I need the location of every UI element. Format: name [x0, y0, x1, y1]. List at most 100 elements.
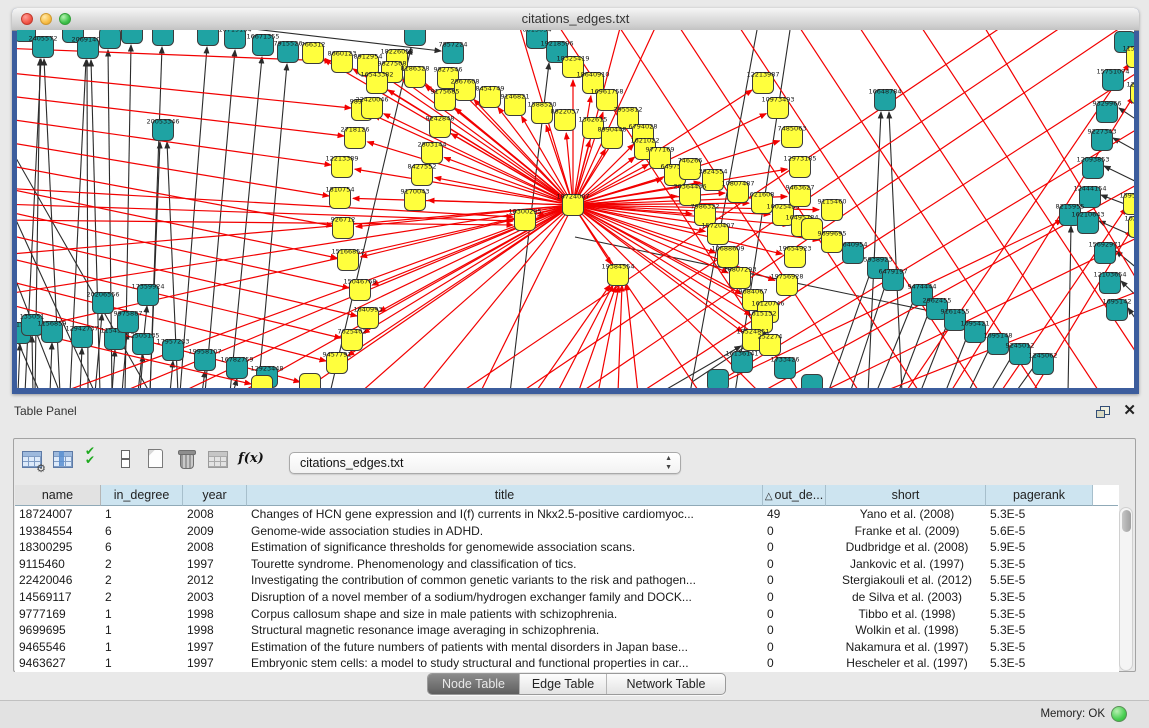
column-header-out_de[interactable]: △out_de... — [763, 485, 826, 506]
cell-pagerank[interactable]: 5.3E-5 — [986, 639, 1093, 656]
graph-node[interactable]: 766312 — [301, 41, 326, 64]
cell-in_degree[interactable]: 6 — [101, 539, 183, 556]
table-selector-dropdown[interactable]: citations_edges.txt ▲▼ — [289, 452, 681, 474]
show-columns-icon[interactable] — [51, 447, 75, 471]
column-header-name[interactable]: name — [15, 485, 101, 506]
cell-short[interactable]: Jankovic et al. (1997) — [826, 556, 986, 573]
graph-node[interactable]: 8822037 — [551, 108, 580, 131]
graph-node[interactable]: 9242848 — [426, 115, 455, 138]
tab-edge-table[interactable]: Edge Table — [519, 674, 606, 694]
graph-node[interactable]: 9329966 — [1093, 100, 1122, 123]
graph-node[interactable]: 9170043 — [401, 188, 430, 211]
cell-title[interactable]: Genome-wide association studies in ADHD. — [247, 523, 763, 540]
graph-node[interactable]: 15751074 — [1096, 68, 1129, 91]
graph-node[interactable]: 2803144 — [418, 141, 447, 164]
graph-node[interactable]: 7485063 — [778, 125, 807, 148]
cell-title[interactable]: Corpus callosum shape and size in male p… — [247, 606, 763, 623]
table-row[interactable]: 2242004622012Investigating the contribut… — [15, 572, 1119, 589]
graph-node[interactable]: 9699695 — [818, 230, 847, 253]
disabled-table-icon[interactable] — [206, 447, 230, 471]
graph-node[interactable]: 1695142 — [1103, 298, 1132, 321]
cell-year[interactable]: 2003 — [183, 589, 247, 606]
new-file-icon[interactable] — [144, 447, 168, 471]
graph-node[interactable]: 20053346 — [146, 118, 179, 141]
graph-node[interactable]: 9146821 — [501, 93, 530, 116]
graph-node[interactable]: 19384554 — [601, 263, 634, 286]
graph-node[interactable]: 15720407 — [701, 222, 734, 245]
graph-node[interactable]: 1733426 — [771, 356, 800, 379]
cell-in_degree[interactable]: 1 — [101, 622, 183, 639]
cell-name[interactable]: 9115460 — [15, 556, 101, 573]
cell-title[interactable]: Disruption of a novel member of a sodium… — [247, 589, 763, 606]
cell-name[interactable]: 22420046 — [15, 572, 101, 589]
cell-in_degree[interactable]: 2 — [101, 556, 183, 573]
tab-node-table[interactable]: Node Table — [428, 674, 519, 694]
delete-trash-icon[interactable] — [175, 447, 199, 471]
cell-name[interactable]: 18300295 — [15, 539, 101, 556]
cell-short[interactable]: de Silva et al. (2003) — [826, 589, 986, 606]
cell-pagerank[interactable]: 5.5E-5 — [986, 572, 1093, 589]
graph-node[interactable]: 926712 — [331, 216, 356, 239]
graph-node[interactable]: 19958107 — [188, 348, 221, 371]
table-row[interactable]: 946362711997Embryonic stem cells: a mode… — [15, 655, 1119, 672]
cell-name[interactable]: 14569117 — [15, 589, 101, 606]
table-row[interactable]: 946554611997Estimation of the future num… — [15, 639, 1119, 656]
cell-in_degree[interactable]: 1 — [101, 606, 183, 623]
cell-name[interactable]: 9777169 — [15, 606, 101, 623]
graph-node[interactable]: 252274 — [758, 333, 783, 356]
cell-short[interactable]: Nakamura et al. (1997) — [826, 639, 986, 656]
cell-name[interactable]: 9465546 — [15, 639, 101, 656]
graph-node[interactable]: 16648784 — [868, 88, 901, 111]
graph-node[interactable]: 8990448 — [598, 126, 627, 149]
graph-node[interactable]: 1527602 — [149, 30, 178, 46]
graph-node[interactable]: 1810754 — [326, 186, 355, 209]
graph-node[interactable]: 1021665 — [1125, 215, 1134, 238]
network-canvas[interactable]: 2405572206914061055328715276028466160107… — [17, 30, 1134, 388]
graph-node[interactable]: 12093853 — [1076, 156, 1109, 179]
cell-out_de[interactable]: 0 — [763, 589, 826, 606]
select-checks-icon[interactable] — [82, 447, 106, 471]
graph-node[interactable]: 12942737 — [65, 325, 98, 348]
cell-name[interactable]: 9463627 — [15, 655, 101, 672]
cell-title[interactable]: Tourette syndrome. Phenomenology and cla… — [247, 556, 763, 573]
cell-short[interactable]: Dudbridge et al. (2008) — [826, 539, 986, 556]
cell-name[interactable]: 9699695 — [15, 622, 101, 639]
cell-year[interactable]: 1997 — [183, 639, 247, 656]
column-header-in_degree[interactable]: in_degree — [101, 485, 183, 506]
cell-name[interactable]: 18724007 — [15, 506, 101, 523]
memory-ok-indicator-icon[interactable] — [1111, 706, 1127, 722]
cell-in_degree[interactable]: 1 — [101, 639, 183, 656]
graph-node[interactable]: 7915526 — [274, 40, 303, 63]
cell-pagerank[interactable]: 5.3E-5 — [986, 622, 1093, 639]
cell-pagerank[interactable]: 5.3E-5 — [986, 606, 1093, 623]
graph-node[interactable]: 6479197 — [879, 268, 908, 291]
graph-node[interactable]: 1156859 — [38, 320, 67, 343]
graph-node[interactable]: 1154840 — [1123, 45, 1134, 68]
graph-node[interactable]: 7625402 — [338, 328, 367, 351]
cell-pagerank[interactable]: 5.3E-5 — [986, 506, 1093, 523]
column-header-short[interactable]: short — [826, 485, 986, 506]
graph-node[interactable]: 1245062 — [1029, 352, 1058, 375]
cell-year[interactable]: 1997 — [183, 655, 247, 672]
tab-network-table[interactable]: Network Table — [606, 674, 725, 694]
cell-out_de[interactable]: 0 — [763, 655, 826, 672]
graph-node[interactable]: 16782759 — [220, 356, 253, 379]
table-vertical-scrollbar[interactable] — [1119, 507, 1133, 671]
clear-selection-icon[interactable] — [113, 447, 137, 471]
graph-node[interactable]: 9975887 — [114, 310, 143, 333]
cell-title[interactable]: Estimation of the future numbers of pati… — [247, 639, 763, 656]
cell-short[interactable]: Yano et al. (2008) — [826, 506, 986, 523]
graph-node[interactable]: 16033809 — [398, 30, 431, 46]
graph-node[interactable]: 12973185 — [783, 155, 816, 178]
cell-in_degree[interactable]: 1 — [101, 506, 183, 523]
cell-title[interactable]: Structural magnetic resonance image aver… — [247, 622, 763, 639]
graph-node[interactable]: 8660123 — [328, 50, 357, 73]
cell-year[interactable]: 1998 — [183, 606, 247, 623]
graph-node[interactable]: 10688609 — [711, 245, 744, 268]
graph-node[interactable]: 9175685 — [431, 88, 460, 111]
float-panel-icon[interactable] — [1096, 406, 1109, 418]
close-panel-icon[interactable]: ✕ — [1123, 402, 1136, 420]
table-row[interactable]: 1872400712008Changes of HCN gene express… — [15, 506, 1119, 523]
graph-node[interactable]: 2718126 — [341, 126, 370, 149]
graph-node[interactable]: 7857224 — [439, 41, 468, 64]
